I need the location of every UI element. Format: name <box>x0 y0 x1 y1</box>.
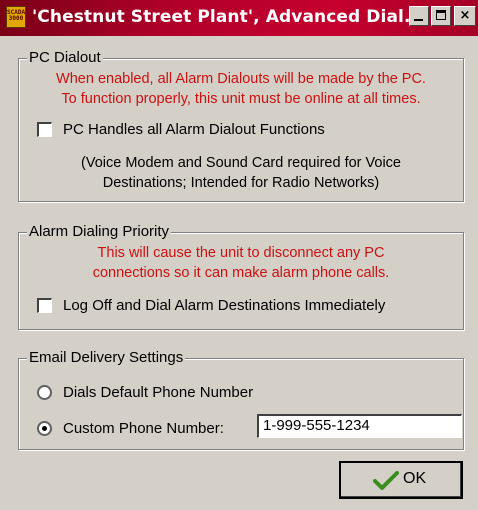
checkmark-icon <box>373 471 399 490</box>
pc-dialout-group: PC Dialout When enabled, all Alarm Dialo… <box>18 49 464 202</box>
title-bar[interactable]: SCADA 3000 'Chestnut Street Plant', Adva… <box>0 0 478 36</box>
minimize-icon <box>414 19 423 21</box>
alarm-priority-legend: Alarm Dialing Priority <box>27 223 172 240</box>
custom-phone-radio[interactable] <box>37 421 52 436</box>
pc-dialout-warning-line2: To function properly, this unit must be … <box>61 91 421 107</box>
ok-button[interactable]: OK <box>340 462 462 498</box>
close-icon: × <box>459 8 471 23</box>
dials-default-radio-row[interactable]: Dials Default Phone Number <box>37 383 337 405</box>
maximize-icon <box>436 10 446 20</box>
close-button[interactable]: × <box>454 6 476 26</box>
maximize-button[interactable] <box>431 6 451 26</box>
custom-phone-input[interactable]: 1-999-555-1234 <box>257 414 462 438</box>
pc-dialout-warning-line1: When enabled, all Alarm Dialouts will be… <box>56 71 426 87</box>
alarm-priority-warning-line2: connections so it can make alarm phone c… <box>92 265 390 281</box>
window-title: 'Chestnut Street Plant', Advanced Dial..… <box>32 7 424 27</box>
minimize-button[interactable] <box>409 6 429 26</box>
app-icon: SCADA 3000 <box>6 6 26 28</box>
pc-dialout-legend: PC Dialout <box>27 49 103 66</box>
pc-dialout-note-line1: (Voice Modem and Sound Card required for… <box>81 155 401 171</box>
log-off-dial-label[interactable]: Log Off and Dial Alarm Destinations Imme… <box>63 296 385 316</box>
dials-default-radio[interactable] <box>37 385 52 400</box>
custom-phone-radio-row[interactable]: Custom Phone Number: <box>37 419 257 441</box>
pc-handles-dialout-checkbox-row[interactable]: PC Handles all Alarm Dialout Functions <box>37 120 437 142</box>
pc-handles-dialout-label[interactable]: PC Handles all Alarm Dialout Functions <box>63 120 325 140</box>
alarm-priority-warning-line1: This will cause the unit to disconnect a… <box>97 245 385 261</box>
ok-button-label: OK <box>403 470 427 487</box>
log-off-dial-checkbox-row[interactable]: Log Off and Dial Alarm Destinations Imme… <box>37 296 457 318</box>
dials-default-label[interactable]: Dials Default Phone Number <box>63 383 253 403</box>
alarm-dialing-priority-group: Alarm Dialing Priority This will cause t… <box>18 223 464 330</box>
advanced-dial-window: SCADA 3000 'Chestnut Street Plant', Adva… <box>0 0 478 510</box>
email-delivery-legend: Email Delivery Settings <box>27 349 186 366</box>
pc-dialout-note-line2: Destinations; Intended for Radio Network… <box>102 175 380 191</box>
custom-phone-label[interactable]: Custom Phone Number: <box>63 419 224 439</box>
log-off-dial-checkbox[interactable] <box>37 298 52 313</box>
pc-handles-dialout-checkbox[interactable] <box>37 122 52 137</box>
